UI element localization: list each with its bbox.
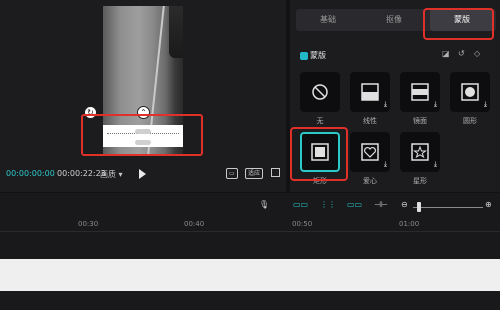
current-time: 00:00:00:00	[6, 169, 55, 178]
mask-label-star: 星形	[413, 177, 427, 185]
no-mask-icon	[312, 84, 328, 100]
download-icon: ⤓	[383, 100, 387, 108]
zoom-out-icon[interactable]: ⊖	[401, 200, 408, 209]
mask-option-circle[interactable]: ⤓	[450, 72, 490, 112]
timeline-panel: 🎙 ▭▭ ⋮⋮ ▭▭ ⊣⊢ ⊖ ⊕ 00:30 00:40 00:50 01:0…	[0, 193, 500, 310]
track-area	[0, 291, 500, 310]
fullscreen-icon[interactable]	[271, 168, 280, 177]
mirror-mask-icon	[411, 83, 429, 101]
linkage-icon[interactable]: ▭▭	[347, 200, 362, 209]
download-icon: ⤓	[483, 100, 487, 108]
linear-mask-icon	[361, 83, 379, 101]
zoom-in-icon[interactable]: ⊕	[485, 200, 492, 209]
video-car	[169, 6, 183, 58]
mask-label-none: 无	[316, 117, 324, 125]
tab-cutout[interactable]: 抠像	[362, 9, 426, 31]
mask-option-mirror[interactable]: ⤓	[400, 72, 440, 112]
ratio-button[interactable]: ▭	[226, 168, 238, 179]
preview-axis-icon[interactable]: ⊣⊢	[374, 200, 388, 209]
star-mask-icon	[411, 143, 429, 161]
mask-option-heart[interactable]: ⤓	[350, 132, 390, 172]
play-icon[interactable]	[139, 169, 146, 179]
ruler-label: 00:50	[292, 220, 313, 228]
circle-mask-icon	[461, 83, 479, 101]
download-icon: ⤓	[383, 160, 387, 168]
quality-dropdown[interactable]: 画质 ▾	[100, 169, 123, 180]
microphone-icon[interactable]: 🎙	[259, 200, 269, 209]
mask-option-star[interactable]: ⤓	[400, 132, 440, 172]
ruler-label: 00:30	[78, 220, 99, 228]
timeline-toolbar: 🎙 ▭▭ ⋮⋮ ▭▭ ⊣⊢ ⊖ ⊕	[0, 193, 500, 215]
preview-panel: ↻ ⌃ 00:00:00:00 00:00:22:23 画质 ▾ ▭ 适应	[0, 0, 286, 192]
mask-option-none[interactable]	[300, 72, 340, 112]
download-icon: ⤓	[433, 100, 437, 108]
mask-invert-icon[interactable]: ◪	[442, 49, 450, 58]
mask-label-circle: 圆形	[463, 117, 477, 125]
fit-button[interactable]: 适应	[245, 168, 264, 179]
mask-section-title: 蒙版	[300, 50, 326, 61]
auto-snap-icon[interactable]: ⋮⋮	[320, 200, 336, 209]
mask-label-mirror: 镜面	[413, 117, 427, 125]
mask-label-heart: 爱心	[363, 177, 377, 185]
video-track-clip[interactable]	[0, 259, 500, 291]
zoom-slider-track[interactable]	[413, 207, 483, 208]
selected-mask-highlight-box	[290, 127, 348, 181]
heart-mask-icon	[361, 143, 379, 161]
keyframe-icon[interactable]: ◇	[474, 49, 480, 58]
time-ruler[interactable]: 00:30 00:40 00:50 01:00	[0, 218, 500, 232]
ruler-label: 01:00	[399, 220, 420, 228]
download-icon: ⤓	[433, 160, 437, 168]
ratio-icon: ▭	[226, 168, 238, 179]
mask-enable-checkbox[interactable]	[300, 51, 308, 60]
mask-label-linear: 线性	[363, 117, 377, 125]
ruler-label: 00:40	[184, 220, 205, 228]
mask-option-linear[interactable]: ⤓	[350, 72, 390, 112]
zoom-slider-knob[interactable]	[417, 202, 421, 212]
mask-highlight-box	[81, 114, 203, 156]
reset-icon[interactable]: ↺	[458, 49, 465, 58]
main-track-link-icon[interactable]: ▭▭	[293, 200, 308, 209]
total-time: 00:00:22:23	[57, 169, 106, 178]
tab-basic[interactable]: 基础	[296, 9, 360, 31]
tab-highlight-box	[423, 8, 494, 40]
